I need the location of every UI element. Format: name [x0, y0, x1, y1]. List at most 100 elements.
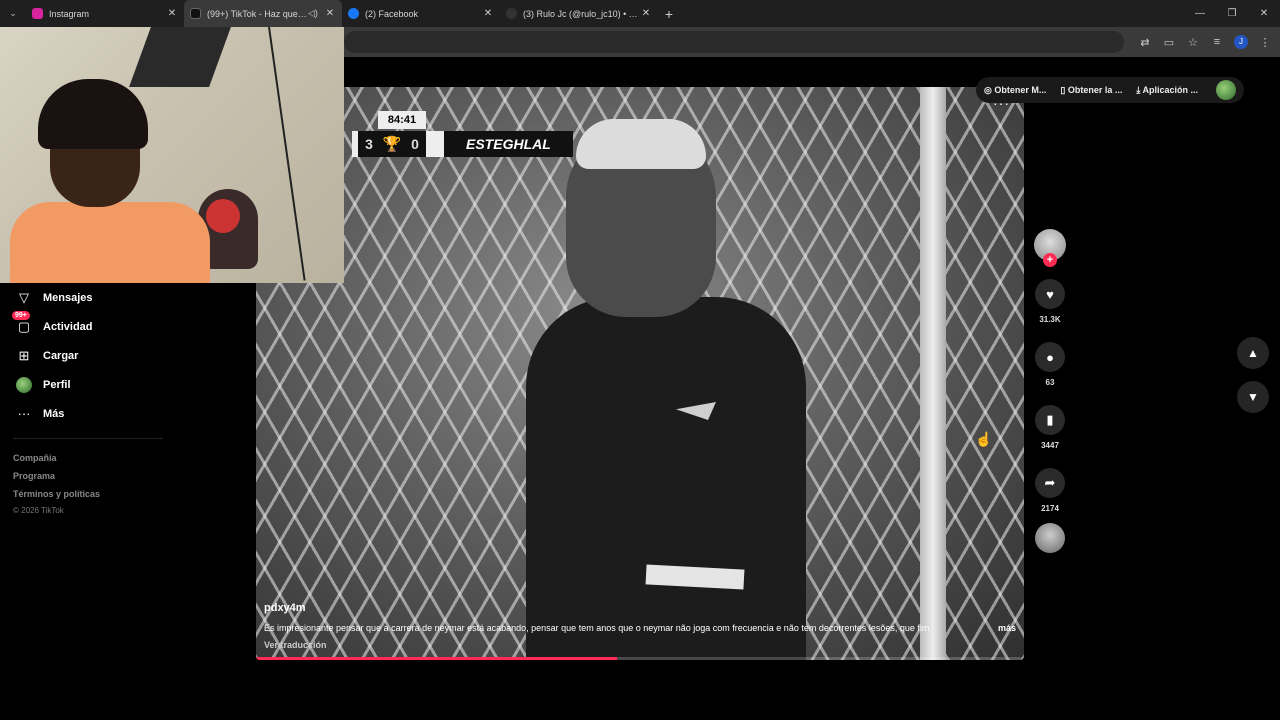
comment-count: 63	[1045, 378, 1055, 387]
get-coins-label: Obtener M...	[994, 84, 1047, 95]
wall-shadow	[129, 27, 231, 87]
browser-tab-bar: ⌄ Instagram ✕ (99+) TikTok - Haz que tu …	[0, 0, 1280, 27]
address-bar[interactable]	[344, 31, 1124, 53]
avatar-icon	[16, 376, 32, 393]
caption-row: Es impresionante pensar que a carrera de…	[264, 623, 1016, 633]
sidebar-item-label: Cargar	[43, 349, 79, 362]
footer-link-terminos[interactable]: Términos y políticas	[0, 485, 256, 503]
copyright: © 2026 TikTok	[13, 506, 64, 515]
home-score: 3	[358, 131, 380, 157]
comment-icon[interactable]: ●	[1035, 342, 1065, 372]
plus-square-icon: ⊞	[18, 347, 30, 363]
facebook-favicon-icon	[348, 8, 359, 19]
toolbar-icons: ⇄ ▭ ☆ ≡ J ⋮	[1138, 27, 1272, 57]
user-avatar[interactable]	[1216, 80, 1237, 100]
creator-avatar[interactable]: +	[1034, 229, 1066, 267]
tab-title: Instagram	[49, 8, 90, 19]
sidebar: ▽ Mensajes ▢ 99+ Actividad ⊞ Cargar Perfi…	[0, 283, 256, 519]
score-row: 3 🏆 0 ESTEGHLAL	[352, 131, 573, 157]
get-app-button[interactable]: ▯ Obtener la ...	[1060, 85, 1122, 96]
translate-link[interactable]: Ver traducción	[264, 640, 1016, 650]
match-clock: 84:41	[378, 111, 426, 129]
goal-post	[920, 87, 946, 660]
header-actions: ◎ Obtener M... ▯ Obtener la ... ⤓ Aplica…	[976, 77, 1245, 103]
tab-tiktok[interactable]: (99+) TikTok - Haz que tu día ◁) ✕	[184, 0, 342, 27]
close-icon[interactable]: ✕	[324, 8, 336, 19]
player-figure	[526, 119, 806, 660]
minimize-icon[interactable]: —	[1184, 0, 1216, 27]
menu-dots-icon[interactable]: ⋮	[1258, 36, 1272, 49]
desktop-app-button[interactable]: ⤓ Aplicación ...	[1136, 85, 1198, 96]
team-name: ESTEGHLAL	[444, 131, 573, 157]
new-tab-button[interactable]: +	[658, 6, 680, 22]
away-score: 0	[404, 131, 426, 157]
notification-badge: 99+	[12, 310, 30, 320]
like-count: 31.3K	[1039, 315, 1061, 324]
streamer-shirt	[10, 202, 210, 283]
tab-search-icon[interactable]: ⌄	[0, 0, 26, 27]
translate-icon[interactable]: ⇄	[1138, 36, 1152, 49]
like-heart-icon[interactable]: ♥	[1035, 279, 1065, 309]
more-icon: ···	[17, 406, 31, 421]
profile-avatar[interactable]: J	[1234, 35, 1248, 49]
tab-facebook[interactable]: (2) Facebook ✕	[342, 0, 500, 27]
tab-title: (99+) TikTok - Haz que tu día	[207, 8, 308, 19]
close-icon[interactable]: ✕	[640, 8, 652, 19]
sidebar-item-cargar[interactable]: ⊞ Cargar	[0, 341, 256, 370]
send-icon: ▽	[19, 289, 29, 305]
hand-cursor-icon: ☝	[975, 431, 993, 447]
video-progress-fill	[256, 657, 617, 660]
sidebar-item-perfil[interactable]: Perfil	[0, 370, 256, 399]
sidebar-divider	[13, 438, 163, 439]
away-color-bar	[426, 131, 444, 157]
video-player[interactable]: 84:41 3 🏆 0 ESTEGHLAL ··· pdxy4m Es impr…	[256, 87, 1024, 660]
restore-icon[interactable]: ❐	[1216, 0, 1248, 27]
tab-title: (3) Rulo Jc (@rulo_jc10) • Threads	[523, 8, 640, 19]
speaker-icon[interactable]: ◁)	[308, 8, 320, 19]
trophy-icon: 🏆	[380, 131, 404, 157]
get-coins-button[interactable]: ◎ Obtener M...	[984, 85, 1046, 96]
bookmark-star-icon[interactable]: ☆	[1186, 36, 1200, 49]
video-username[interactable]: pdxy4m	[264, 602, 1016, 614]
bookmark-icon[interactable]: ▮	[1035, 405, 1065, 435]
video-actions: + ♥ 31.3K ● 63 ▮ 3447 ➦ 2174	[1034, 229, 1066, 553]
window-controls: — ❐ ✕	[1184, 0, 1280, 27]
tab-title: (2) Facebook	[365, 8, 419, 19]
sidebar-item-mas[interactable]: ··· Más	[0, 399, 256, 428]
share-count: 2174	[1041, 504, 1059, 513]
share-icon[interactable]: ➦	[1035, 468, 1065, 498]
video-progress-bar[interactable]	[256, 657, 1024, 660]
window-close-icon[interactable]: ✕	[1248, 0, 1280, 27]
caption-more-link[interactable]: más	[998, 623, 1016, 633]
sidebar-item-label: Actividad	[43, 320, 93, 333]
sidebar-item-label: Mensajes	[43, 291, 93, 304]
cable	[268, 27, 306, 281]
inbox-icon: ▢ 99+	[12, 310, 32, 335]
streamer-hair	[38, 79, 148, 149]
sidebar-item-mensajes[interactable]: ▽ Mensajes	[0, 283, 256, 312]
video-caption: pdxy4m Es impresionante pensar que a car…	[264, 602, 1016, 650]
caption-text: Es impresionante pensar que a carrera de…	[264, 623, 930, 633]
sidebar-item-actividad[interactable]: ▢ 99+ Actividad	[0, 310, 256, 341]
close-icon[interactable]: ✕	[482, 8, 494, 19]
sound-disc-icon[interactable]	[1035, 523, 1065, 553]
footer-link-programa[interactable]: Programa	[0, 467, 256, 485]
chevron-down-icon[interactable]: ▼	[1237, 381, 1269, 413]
tab-instagram[interactable]: Instagram ✕	[26, 0, 184, 27]
close-icon[interactable]: ✕	[166, 8, 178, 19]
tiktok-favicon-icon	[190, 8, 201, 19]
footer-link-compania[interactable]: Compañía	[0, 449, 256, 467]
media-control-icon[interactable]: ≡	[1210, 36, 1224, 48]
follow-plus-icon[interactable]: +	[1043, 253, 1057, 267]
chevron-up-icon[interactable]: ▲	[1237, 337, 1269, 369]
sidebar-item-label: Más	[43, 407, 65, 420]
tab-threads[interactable]: (3) Rulo Jc (@rulo_jc10) • Threads ✕	[500, 0, 658, 27]
desktop-app-label: Aplicación ...	[1142, 84, 1199, 95]
cast-icon[interactable]: ▭	[1162, 36, 1176, 49]
get-app-label: Obtener la ...	[1067, 84, 1123, 95]
player-hair	[576, 119, 706, 169]
save-count: 3447	[1041, 441, 1059, 450]
video-nav: ▲ ▼	[1237, 337, 1269, 425]
red-cap	[206, 199, 240, 233]
threads-favicon-icon	[506, 8, 517, 19]
